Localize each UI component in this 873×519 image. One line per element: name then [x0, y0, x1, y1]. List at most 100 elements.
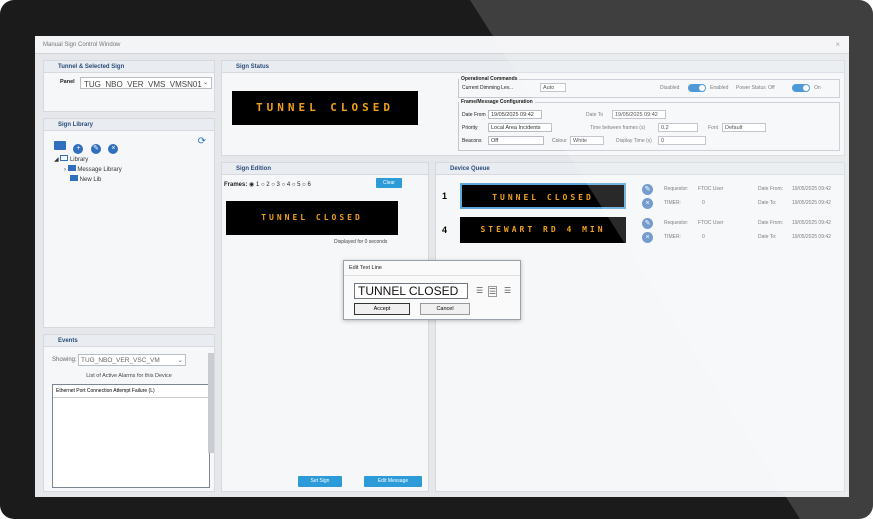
edition-display[interactable]: TUNNEL CLOSED	[226, 201, 398, 235]
cancel-button[interactable]: Cancel	[420, 303, 470, 315]
dialog-title: Edit Text Line	[344, 261, 520, 276]
tree-label: Message Library	[77, 167, 122, 173]
frame-number: 3	[276, 182, 280, 188]
frame-radio-2[interactable]: ○ 2	[261, 182, 270, 188]
edit-text-dialog: Edit Text Line TUNNEL CLOSED ☰ ☰ ☰ Accep…	[343, 260, 521, 320]
edit-icon[interactable]: ✎	[90, 144, 101, 154]
sign-edition-panel: Sign Edition Frames: ◉ 1 ○ 2 ○ 3 ○ 4 ○ 5…	[221, 162, 429, 492]
showing-select[interactable]: TUG_NBO_VER_VSC_VM ⌄	[78, 354, 186, 366]
frame-number: 2	[266, 182, 270, 188]
align-right-icon[interactable]: ☰	[504, 286, 511, 295]
tree-label: New Lib	[79, 177, 102, 183]
delete-icon[interactable]: ×	[642, 198, 653, 209]
enabled-label: Enabled	[710, 85, 729, 91]
tree-item-new-lib[interactable]: New Lib	[54, 175, 122, 185]
tree-item-message-library[interactable]: › Message Library	[54, 165, 122, 175]
edit-icon[interactable]: ✎	[642, 184, 653, 195]
date-to-label: Date To:	[758, 234, 777, 240]
alarm-item[interactable]: Ethernet Port Connection Attempt Failure…	[53, 385, 209, 398]
font-label: Font	[708, 125, 719, 131]
window-title: Manual Sign Control Window	[43, 42, 121, 48]
device-queue-header: Device Queue	[436, 163, 844, 175]
date-to-input[interactable]: 19/05/2025 09:42	[612, 110, 666, 119]
beacons-select[interactable]: Off	[488, 136, 544, 145]
display-time-input[interactable]: 0	[658, 136, 706, 145]
power-label: Power Status	[736, 85, 766, 91]
dimming-label: Current Dimming Lev...	[462, 85, 514, 91]
delete-icon[interactable]: ×	[108, 144, 119, 154]
refresh-icon[interactable]: ⟳	[198, 136, 206, 147]
date-from-label: Date From:	[758, 220, 784, 226]
tbf-input[interactable]: 0.2	[658, 123, 698, 132]
priority-label: Priority	[462, 125, 478, 131]
close-icon[interactable]: ×	[835, 40, 840, 49]
beacons-label: Beacons	[462, 138, 482, 144]
frame-radio-5[interactable]: ○ 5	[292, 182, 301, 188]
frame-radio-6[interactable]: ○ 6	[302, 182, 311, 188]
tunnel-panel: Tunnel & Selected Sign Panel TUG_NBO_VER…	[43, 60, 215, 112]
frame-radio-1[interactable]: ◉ 1	[249, 182, 259, 188]
date-from-input[interactable]: 19/05/2025 09:42	[488, 110, 542, 119]
chevron-down-icon: ⌄	[202, 80, 208, 86]
align-center-icon[interactable]: ☰	[488, 286, 498, 297]
queue-item[interactable]: 1 TUNNEL CLOSED ✎ × Requestor: FTOC User…	[436, 181, 844, 211]
align-left-icon[interactable]: ☰	[476, 286, 483, 295]
priority-select[interactable]: Local Area Incidents	[488, 123, 552, 132]
frame-number: 5	[297, 182, 301, 188]
frame-radio-4[interactable]: ○ 4	[282, 182, 291, 188]
date-from-label: Date From	[462, 112, 486, 118]
folder-icon[interactable]	[54, 141, 66, 151]
edit-icon[interactable]: ✎	[642, 218, 653, 229]
library-toolbar: + ✎ ×	[54, 137, 121, 155]
dimming-select[interactable]: Auto	[540, 83, 566, 92]
colour-label: Colour	[552, 138, 567, 144]
font-select[interactable]: Default	[722, 123, 766, 132]
sign-status-header: Sign Status	[222, 61, 844, 73]
ttl-label: TIMER:	[664, 200, 681, 206]
alarms-list: Ethernet Port Connection Attempt Failure…	[52, 384, 210, 488]
library-header: Sign Library	[44, 119, 214, 131]
date-to-label: Date To	[586, 112, 604, 118]
tree-item-library[interactable]: ◢ Library	[54, 155, 122, 165]
folder-outline-icon	[60, 155, 69, 161]
enable-toggle[interactable]	[688, 84, 706, 92]
scrollbar[interactable]	[208, 353, 214, 453]
sign-display: TUNNEL CLOSED	[232, 91, 418, 125]
frame-number: 1	[255, 182, 260, 188]
library-tree: ◢ Library › Message Library New Lib	[54, 155, 122, 185]
queue-item[interactable]: 4 STEWART RD 4 MIN ✎ × Requestor: FTOC U…	[436, 215, 844, 245]
op-legend: Operational Commands	[461, 76, 518, 82]
folder-icon	[70, 175, 78, 181]
frame-radio-3[interactable]: ○ 3	[271, 182, 280, 188]
text-line-input[interactable]: TUNNEL CLOSED	[354, 283, 468, 299]
frame-number: 4	[286, 182, 291, 188]
requestor-label: Requestor:	[664, 220, 689, 226]
off-label: Off	[768, 85, 775, 91]
ttl-label: TIMER:	[664, 234, 681, 240]
add-icon[interactable]: +	[73, 144, 84, 154]
requestor-value: FTOC User	[698, 186, 724, 192]
accept-button[interactable]: Accept	[354, 303, 410, 315]
tunnel-header: Tunnel & Selected Sign	[44, 61, 214, 73]
power-toggle[interactable]	[792, 84, 810, 92]
tree-label: Library	[69, 157, 89, 163]
operational-commands: Operational Commands	[458, 76, 840, 98]
delete-icon[interactable]: ×	[642, 232, 653, 243]
edit-message-button[interactable]: Edit Message	[364, 476, 422, 487]
queue-display: TUNNEL CLOSED	[460, 183, 626, 209]
display-time-label: Display Time (s)	[616, 138, 652, 144]
folder-icon	[67, 165, 76, 171]
date-to-value: 19/05/2025 09:42	[792, 234, 831, 240]
app-window: Manual Sign Control Window × Tunnel & Se…	[35, 36, 849, 497]
showing-label: Showing:	[52, 357, 77, 363]
showing-value: TUG_NBO_VER_VSC_VM	[81, 357, 160, 364]
frame-number: 6	[307, 182, 311, 188]
panel-select[interactable]: TUG_NBO_VER_VMS_VMSN01 ⌄	[80, 77, 212, 89]
colour-select[interactable]: White	[570, 136, 604, 145]
date-from-value: 19/05/2025 09:42	[792, 186, 831, 192]
set-sign-button[interactable]: Set Sign	[298, 476, 342, 487]
sign-edition-header: Sign Edition	[222, 163, 428, 175]
events-header: Events	[44, 335, 214, 347]
clear-button[interactable]: Clear	[376, 178, 402, 188]
displayed-for-label: Displayed for 0 seconds	[334, 239, 388, 245]
